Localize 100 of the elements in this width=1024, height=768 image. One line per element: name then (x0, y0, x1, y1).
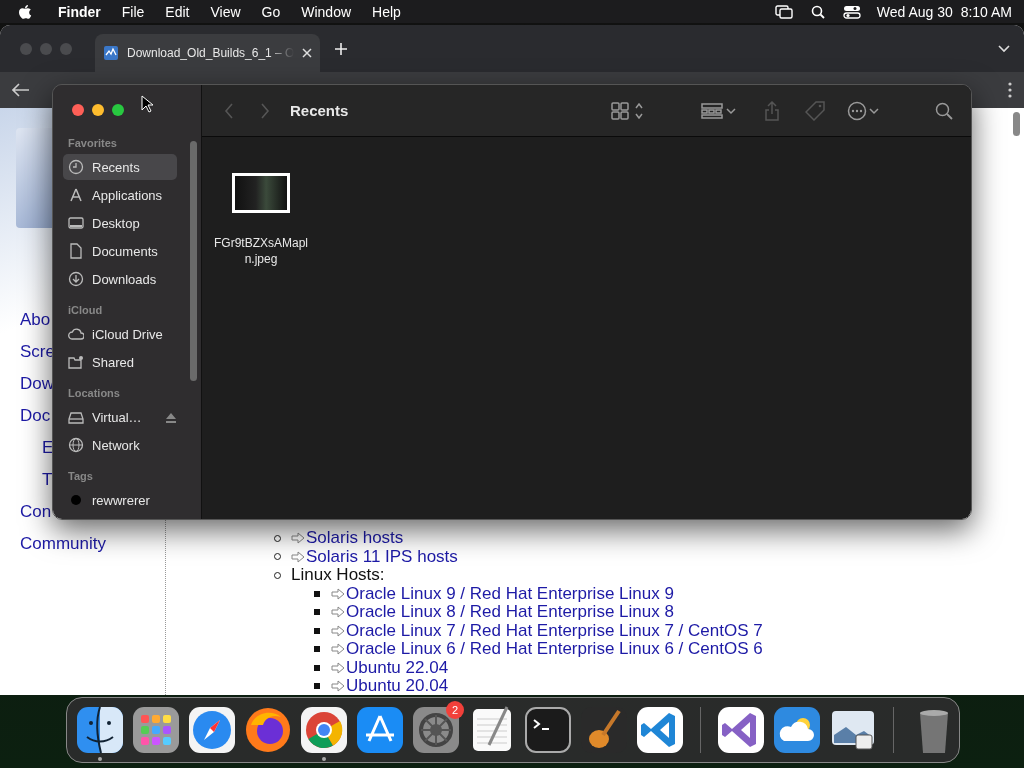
sidebar-label: Network (92, 437, 140, 453)
back-arrow-icon[interactable] (12, 83, 30, 97)
icon-view-icon[interactable] (611, 101, 645, 120)
close-icon[interactable] (302, 48, 312, 58)
scrollbar-thumb[interactable] (1013, 112, 1020, 136)
control-center-icon[interactable] (842, 4, 861, 19)
chevron-down-icon[interactable] (998, 44, 1010, 53)
list-bullet (314, 590, 320, 597)
eject-icon[interactable] (165, 411, 177, 423)
nav-link[interactable]: E (42, 438, 54, 458)
window-title: Recents (290, 102, 349, 119)
sidebar-item[interactable]: Desktop (63, 210, 177, 236)
external-link-icon (291, 532, 306, 545)
sidebar-item[interactable]: Applications (63, 182, 177, 208)
nav-link[interactable]: Doc (20, 406, 51, 426)
app-grid-icon[interactable] (131, 705, 181, 755)
app-letter-icon (68, 187, 84, 203)
host-link[interactable]: Ubuntu 20.04 (346, 676, 449, 695)
sidebar-heading: Favorites (68, 137, 118, 151)
sidebar-heading: iCloud (68, 304, 104, 318)
host-link[interactable]: Oracle Linux 6 / Red Hat Enterprise Linux 6 / CentOS 6 (346, 639, 763, 660)
sidebar-item[interactable]: Virtual… (63, 404, 177, 430)
host-link[interactable]: Oracle Linux 7 / Red Hat Enterprise Linux 7 / CentOS 7 (346, 620, 763, 641)
nav-link[interactable]: Abo (20, 310, 51, 330)
more-options-icon[interactable] (847, 100, 879, 121)
list-bullet (314, 646, 320, 653)
sidebar-heading: Tags (68, 470, 94, 484)
new-tab-icon[interactable] (334, 41, 348, 56)
nav-link[interactable]: T (42, 470, 53, 490)
image-thumbnail[interactable] (232, 173, 290, 213)
cloud-icon (68, 326, 84, 342)
tag-dot-icon (68, 492, 84, 508)
list-bullet (314, 609, 320, 616)
nav-link[interactable]: Con (20, 502, 52, 522)
menu-bar-clock[interactable]: Wed Aug 30 8:10 AM (876, 3, 1012, 20)
external-link-icon (331, 680, 346, 693)
nav-link[interactable]: Community (20, 534, 106, 554)
document-icon (68, 243, 84, 259)
host-link[interactable]: Ubuntu 22.04 (346, 657, 449, 678)
sidebar-heading: Locations (68, 387, 121, 401)
sidebar-item[interactable]: Recents (63, 154, 177, 180)
list-bullet (314, 664, 320, 671)
cloud-sun-icon[interactable] (772, 705, 822, 755)
window-control-button[interactable] (92, 104, 104, 116)
gear-icon[interactable] (411, 705, 461, 755)
apple-logo-icon[interactable] (18, 3, 32, 20)
sidebar-item[interactable]: Shared (63, 349, 177, 375)
terminal-icon[interactable] (523, 705, 573, 755)
favicon-icon (103, 45, 119, 61)
download-icon (68, 271, 84, 287)
sidebar-item[interactable]: Documents (63, 238, 177, 264)
sidebar-item[interactable]: iCloud Drive (63, 321, 177, 347)
group-icon[interactable] (701, 102, 737, 119)
window-control-button[interactable] (72, 104, 84, 116)
sidebar-label: Virtual… (92, 409, 142, 425)
compass-icon[interactable] (187, 705, 237, 755)
external-link-icon (331, 643, 346, 656)
screen-mirroring-icon[interactable] (774, 4, 793, 19)
sidebar-label: Applications (92, 187, 163, 203)
list-bullet (314, 683, 320, 690)
globe-icon (68, 437, 84, 453)
sidebar-label: rewwrerer (92, 492, 150, 508)
letter-a-icon[interactable] (355, 705, 405, 755)
host-link[interactable]: Solaris hosts (306, 528, 404, 549)
app-menu[interactable]: Finder (58, 3, 101, 20)
scrollbar-thumb[interactable] (190, 141, 197, 381)
list-bullet (314, 627, 320, 634)
sidebar-label: Recents (92, 159, 140, 175)
menu-item[interactable]: File (121, 3, 145, 20)
search-icon[interactable] (810, 4, 825, 19)
file-name: FGr9tBZXsAMapln.jpeg (213, 235, 309, 267)
external-link-icon (331, 606, 346, 619)
ribbon-logo-icon[interactable] (635, 705, 685, 755)
window-control-button[interactable] (112, 104, 124, 116)
ring-logo-icon[interactable] (299, 705, 349, 755)
face-icon[interactable] (75, 705, 125, 755)
desktop-icon (68, 215, 84, 231)
host-link[interactable]: Oracle Linux 8 / Red Hat Enterprise Linux 8 (346, 602, 674, 623)
menu-item[interactable]: Go (261, 3, 281, 20)
host-link[interactable]: Solaris 11 IPS hosts (306, 546, 458, 567)
more-vertical-icon[interactable] (1008, 82, 1012, 98)
sidebar-item[interactable]: Network (63, 432, 177, 458)
menu-item[interactable]: Edit (165, 3, 190, 20)
external-link-icon (331, 661, 346, 674)
shared-folder-icon (68, 354, 84, 370)
host-link[interactable]: Oracle Linux 9 / Red Hat Enterprise Linux 9 (346, 583, 674, 604)
sidebar-item[interactable]: Downloads (63, 266, 177, 292)
mouse-pointer-icon (141, 95, 153, 113)
drive-icon (68, 409, 84, 425)
notification-badge: 2 (446, 701, 464, 719)
ribbon-logo-icon[interactable] (716, 705, 766, 755)
sidebar-label: iCloud Drive (92, 326, 163, 342)
menu-item[interactable]: Window (301, 3, 352, 20)
sidebar-label: Documents (92, 243, 158, 259)
menu-item[interactable]: View (210, 3, 241, 20)
sidebar-label: Desktop (92, 215, 140, 231)
sidebar-label: Shared (92, 354, 134, 370)
list-heading: Linux Hosts: (291, 565, 385, 586)
sidebar-item[interactable]: rewwrerer (63, 487, 177, 513)
menu-item[interactable]: Help (372, 3, 401, 20)
